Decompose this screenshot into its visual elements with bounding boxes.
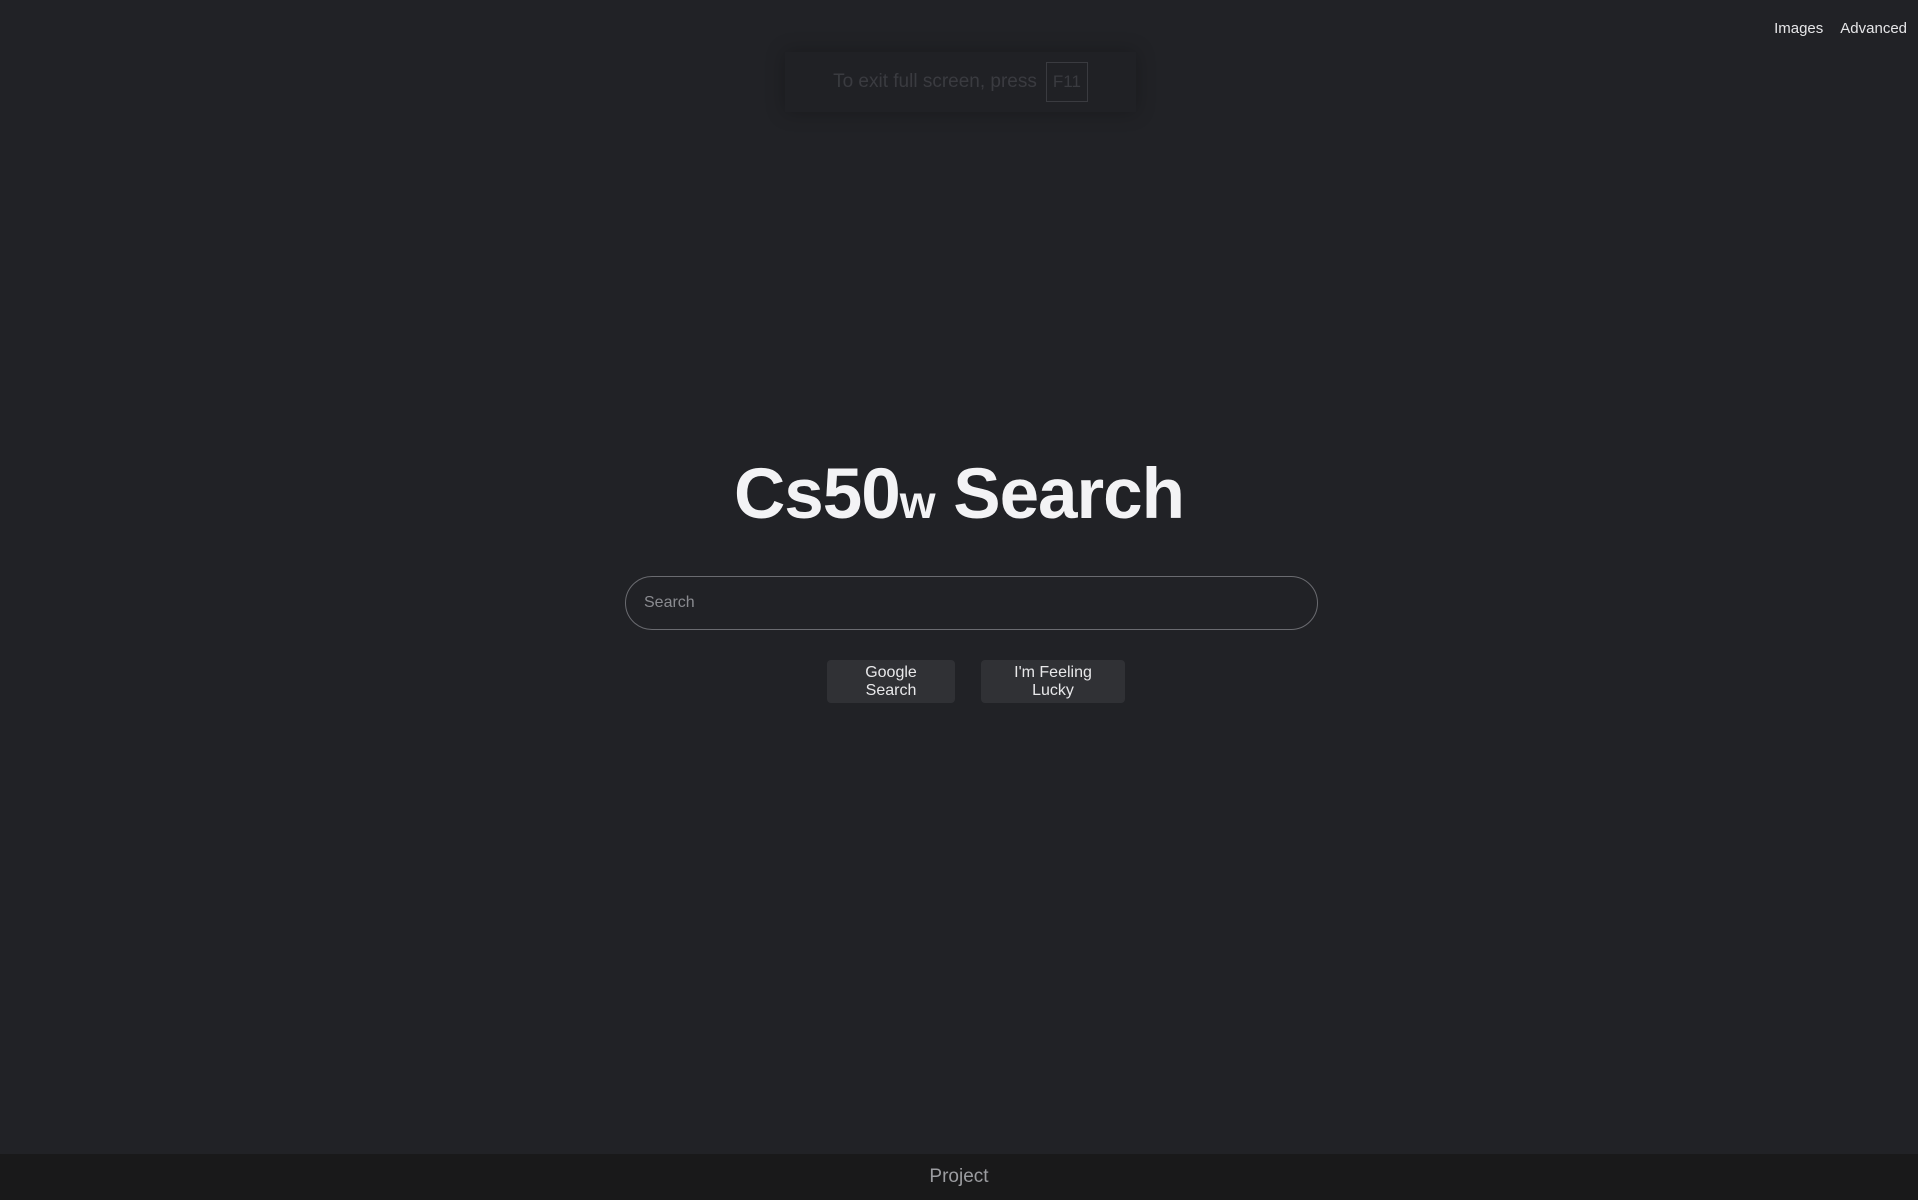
advanced-link[interactable]: Advanced — [1840, 20, 1907, 37]
fullscreen-notice-text: To exit full screen, press — [833, 71, 1037, 92]
footer-text: Project — [929, 1166, 989, 1187]
images-link[interactable]: Images — [1774, 20, 1823, 37]
title-subscript: w — [899, 476, 936, 528]
page-title: Cs50w Search — [0, 454, 1918, 535]
footer: Project — [0, 1154, 1918, 1200]
google-search-button[interactable]: Google Search — [827, 660, 955, 703]
top-nav: Images Advanced — [1774, 20, 1907, 37]
fullscreen-key: F11 — [1045, 62, 1088, 102]
fullscreen-notice: To exit full screen, press F11 — [785, 52, 1136, 112]
feeling-lucky-button[interactable]: I'm Feeling Lucky — [981, 660, 1125, 703]
search-input[interactable] — [625, 576, 1318, 630]
title-prefix: Cs50 — [733, 455, 901, 534]
title-suffix: Search — [934, 455, 1185, 534]
page: Images Advanced To exit full screen, pre… — [0, 0, 1918, 1200]
